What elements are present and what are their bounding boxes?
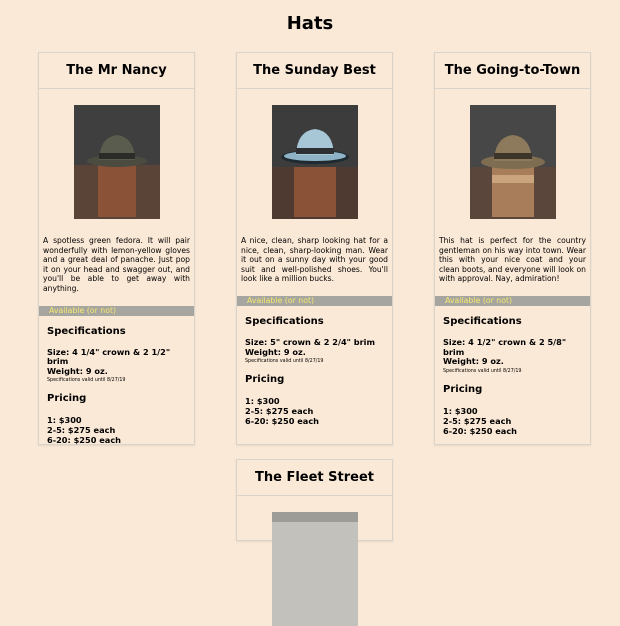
specifications-heading: Specifications xyxy=(47,325,126,337)
hat-image xyxy=(73,105,160,219)
weight-spec: Weight: 9 oz. xyxy=(47,365,108,376)
hat-description: A nice, clean, sharp looking hat for a n… xyxy=(241,236,388,284)
hat-description: A spotless green fedora. It will pair wo… xyxy=(43,236,190,293)
price-tier-1: 1: $300 xyxy=(245,396,280,407)
price-tier-1: 1: $300 xyxy=(443,405,478,416)
size-spec: Size: 4 1/2" crown & 2 5/8" brim xyxy=(443,336,567,357)
card-title: The Going-to-Town xyxy=(435,53,590,89)
price-tier-3: 6-20: $250 each xyxy=(245,416,320,427)
product-card-sunday-best: The Sunday Best A nice, clean, sharp loo… xyxy=(236,52,393,445)
availability-bar: Available (or not) xyxy=(435,295,590,306)
price-tier-2: 2-5: $275 each xyxy=(443,415,512,426)
hat-image xyxy=(469,105,556,219)
price-tier-3: 6-20: $250 each xyxy=(47,435,122,446)
specs-valid-note: Specifications valid until 8/27/19 xyxy=(47,378,126,384)
hat-image xyxy=(271,105,358,219)
pricing-heading: Pricing xyxy=(245,374,285,386)
price-tier-2: 2-5: $275 each xyxy=(47,425,116,436)
pricing-heading: Pricing xyxy=(47,393,87,405)
hat-image xyxy=(271,512,358,626)
card-title: The Sunday Best xyxy=(237,53,392,89)
product-card-mr-nancy: The Mr Nancy A spotless green fedora. It… xyxy=(38,52,195,445)
pricing-heading: Pricing xyxy=(443,383,483,395)
card-title: The Fleet Street xyxy=(237,460,392,496)
size-spec: Size: 4 1/4" crown & 2 1/2" brim xyxy=(47,346,171,367)
weight-spec: Weight: 9 oz. xyxy=(245,346,306,357)
specs-valid-note: Specifications valid until 8/27/19 xyxy=(245,359,324,365)
specifications-heading: Specifications xyxy=(443,315,522,327)
page-title: Hats xyxy=(286,13,334,34)
product-card-fleet-street: The Fleet Street xyxy=(236,459,393,626)
product-card-going-to-town: The Going-to-Town This hat is perfect fo… xyxy=(434,52,591,445)
specifications-heading: Specifications xyxy=(245,315,324,327)
price-tier-2: 2-5: $275 each xyxy=(245,406,314,417)
weight-spec: Weight: 9 oz. xyxy=(443,356,504,367)
specs-valid-note: Specifications valid until 8/27/19 xyxy=(443,368,522,374)
availability-bar: Available (or not) xyxy=(237,295,392,306)
hat-description: This hat is perfect for the country gent… xyxy=(439,236,586,284)
card-title: The Mr Nancy xyxy=(39,53,194,89)
availability-bar: Available (or not) xyxy=(39,305,194,316)
price-tier-1: 1: $300 xyxy=(47,415,82,426)
price-tier-3: 6-20: $250 each xyxy=(443,425,518,436)
